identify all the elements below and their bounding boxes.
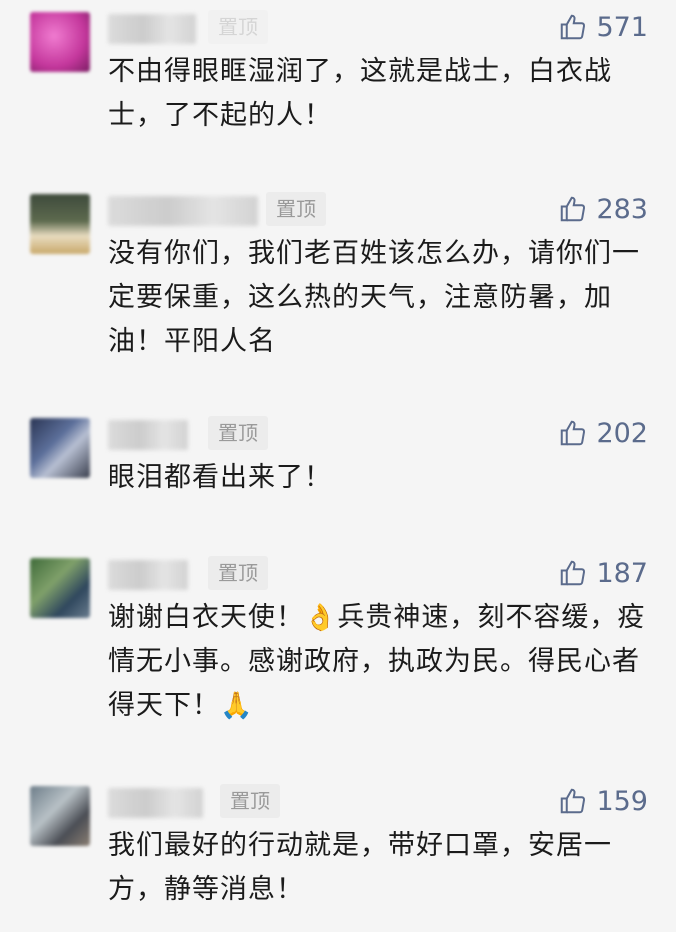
thumbs-up-icon <box>561 420 586 446</box>
avatar[interactable] <box>30 12 90 72</box>
like-count: 283 <box>596 193 648 225</box>
commenter-name[interactable] <box>108 420 188 450</box>
comment-text-part: 谢谢白衣天使！ <box>108 602 304 633</box>
pin-label: 置顶 <box>208 416 268 450</box>
comment-text: 没有你们，我们老百姓该怎么办，请你们一定要保重，这么热的天气，注意防暑，加油！平… <box>108 238 640 357</box>
pin-label: 置顶 <box>220 784 280 818</box>
like-count: 571 <box>596 11 648 43</box>
commenter-name[interactable] <box>108 788 203 818</box>
like-button[interactable]: 202 <box>558 416 648 450</box>
comment-text: 眼泪都看出来了！ <box>108 462 332 493</box>
pin-label: 置顶 <box>266 192 326 226</box>
avatar[interactable] <box>30 558 90 618</box>
thumbs-up-icon <box>561 788 586 814</box>
avatar[interactable] <box>30 786 90 846</box>
avatar[interactable] <box>30 194 90 254</box>
ok-hand-emoji: 👌 <box>304 603 338 633</box>
like-count: 159 <box>596 785 648 817</box>
avatar[interactable] <box>30 418 90 478</box>
like-count: 187 <box>596 557 648 589</box>
comment-text: 我们最好的行动就是，带好口罩，安居一方，静等消息！ <box>108 830 612 905</box>
pin-label: 置顶 <box>208 556 268 590</box>
like-button[interactable]: 159 <box>558 784 648 818</box>
thumbs-up-icon <box>561 560 586 586</box>
commenter-name[interactable] <box>108 14 196 44</box>
thumbs-up-icon <box>561 14 586 40</box>
pin-label: 置顶 <box>208 10 268 44</box>
like-count: 202 <box>596 417 648 449</box>
thumbs-up-icon <box>561 196 586 222</box>
commenter-name[interactable] <box>108 196 258 226</box>
comment-text: 谢谢白衣天使！👌兵贵神速，刻不容缓，疫情无小事。感谢政府，执政为民。得民心者得天… <box>108 596 648 728</box>
folded-hands-emoji: 🙏 <box>220 691 254 721</box>
like-button[interactable]: 283 <box>558 192 648 226</box>
like-button[interactable]: 187 <box>558 556 648 590</box>
commenter-name[interactable] <box>108 560 188 590</box>
like-button[interactable]: 571 <box>558 10 648 44</box>
comment-text: 不由得眼眶湿润了，这就是战士，白衣战士，了不起的人！ <box>108 56 612 131</box>
